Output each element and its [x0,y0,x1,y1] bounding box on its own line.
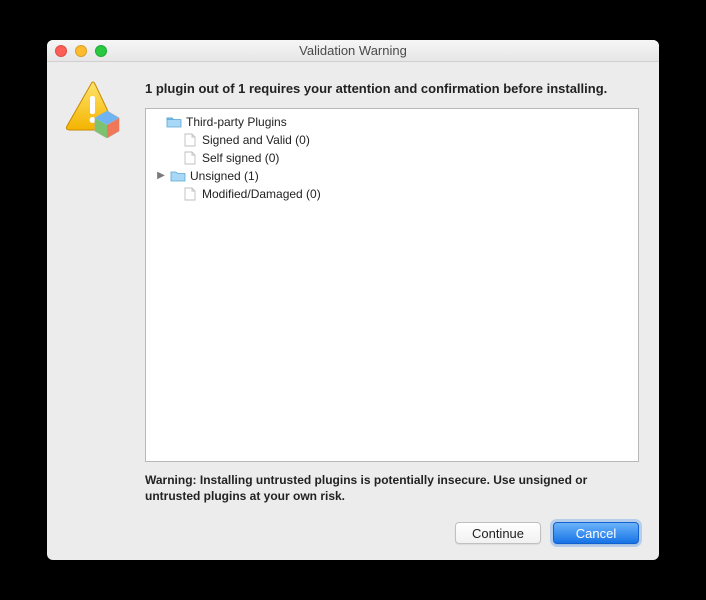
tree-label: Self signed (0) [202,151,279,165]
zoom-window-button[interactable] [95,45,107,57]
tree-item-unsigned[interactable]: ▶ Unsigned (1) [146,167,638,185]
file-icon [182,133,198,147]
tree-root-third-party[interactable]: Third-party Plugins [146,113,638,131]
titlebar: Validation Warning [47,40,659,62]
tree-label: Unsigned (1) [190,169,259,183]
window-title: Validation Warning [299,43,407,58]
tree-label: Signed and Valid (0) [202,133,310,147]
button-label: Cancel [576,526,616,541]
dialog-message: 1 plugin out of 1 requires your attentio… [145,80,639,98]
icon-column [65,80,129,544]
dialog-content: 1 plugin out of 1 requires your attentio… [47,62,659,560]
tree-item-modified-damaged[interactable]: Modified/Damaged (0) [146,185,638,203]
file-icon [182,151,198,165]
close-window-button[interactable] [55,45,67,57]
warning-footer-text: Warning: Installing untrusted plugins is… [145,472,639,504]
disclosure-triangle-icon[interactable]: ▶ [156,170,166,181]
warning-icon [65,80,127,138]
folder-open-icon [166,115,182,129]
tree-label: Third-party Plugins [186,115,287,129]
dialog-window: Validation Warning [47,40,659,560]
cancel-button[interactable]: Cancel [553,522,639,544]
tree-item-signed-valid[interactable]: Signed and Valid (0) [146,131,638,149]
button-row: Continue Cancel [145,522,639,544]
file-icon [182,187,198,201]
button-label: Continue [472,526,524,541]
tree-label: Modified/Damaged (0) [202,187,321,201]
tree-item-self-signed[interactable]: Self signed (0) [146,149,638,167]
window-controls [55,45,107,57]
main-column: 1 plugin out of 1 requires your attentio… [145,80,639,544]
minimize-window-button[interactable] [75,45,87,57]
folder-icon [170,169,186,183]
plugin-tree[interactable]: Third-party Plugins Signed and Valid (0) [145,108,639,462]
continue-button[interactable]: Continue [455,522,541,544]
